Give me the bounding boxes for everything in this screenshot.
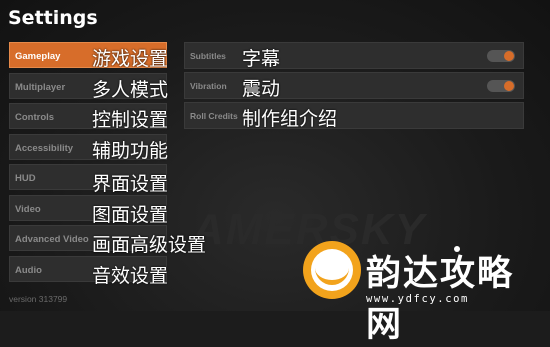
menu-item-label: HUD: [15, 173, 36, 184]
gameplay-options-panel: Subtitles 字幕 Vibration 震动 Roll Credits 制…: [184, 42, 524, 132]
menu-item-translation: 画面高级设置: [92, 234, 207, 256]
menu-item-label: Multiplayer: [15, 81, 66, 93]
option-label: Roll Credits: [190, 111, 238, 121]
option-label: Subtitles: [190, 51, 226, 61]
settings-menu: Gameplay 游戏设置 Multiplayer 多人模式 Controls …: [9, 42, 206, 287]
menu-item-accessibility[interactable]: Accessibility 辅助功能: [9, 133, 169, 162]
menu-item-label: Video: [15, 203, 41, 215]
watermark-logo-icon: [303, 241, 361, 299]
option-label: Vibration: [190, 81, 227, 91]
menu-item-advanced-video[interactable]: Advanced Video 画面高级设置: [9, 225, 206, 256]
toggle-knob: [504, 51, 514, 61]
toggle-knob: [504, 81, 514, 91]
menu-item-translation: 界面设置: [92, 173, 169, 195]
watermark-url: www.ydfcy.com: [366, 293, 469, 305]
menu-item-label: Audio: [15, 264, 42, 276]
option-row-vibration[interactable]: Vibration 震动: [184, 72, 524, 100]
menu-item-video[interactable]: Video 图面设置: [9, 194, 168, 226]
subtitles-toggle[interactable]: [487, 50, 515, 62]
menu-item-translation: 游戏设置: [92, 48, 169, 70]
menu-item-translation: 音效设置: [92, 264, 169, 287]
version-label: version 313799: [9, 294, 68, 304]
page-title: Settings: [8, 7, 98, 29]
menu-item-gameplay[interactable]: Gameplay 游戏设置: [9, 42, 169, 70]
option-translation: 震动: [242, 78, 281, 100]
menu-item-hud[interactable]: HUD 界面设置: [9, 164, 168, 195]
option-translation: 制作组介绍: [242, 108, 338, 130]
menu-item-multiplayer[interactable]: Multiplayer 多人模式: [9, 72, 169, 101]
menu-item-translation: 多人模式: [92, 78, 169, 101]
option-row-roll-credits[interactable]: Roll Credits 制作组介绍: [184, 102, 524, 130]
menu-item-label: Accessibility: [15, 142, 74, 154]
menu-item-translation: 控制设置: [92, 109, 169, 131]
menu-item-translation: 辅助功能: [92, 139, 169, 162]
menu-item-label: Advanced Video: [15, 234, 89, 245]
menu-item-label: Gameplay: [15, 51, 61, 62]
option-row-subtitles[interactable]: Subtitles 字幕: [184, 42, 524, 70]
menu-item-controls[interactable]: Controls 控制设置: [9, 103, 169, 131]
option-translation: 字幕: [242, 48, 281, 70]
vibration-toggle[interactable]: [487, 80, 515, 92]
menu-item-label: Controls: [15, 112, 55, 123]
menu-item-audio[interactable]: Audio 音效设置: [9, 255, 168, 287]
menu-item-translation: 图面设置: [92, 203, 169, 226]
